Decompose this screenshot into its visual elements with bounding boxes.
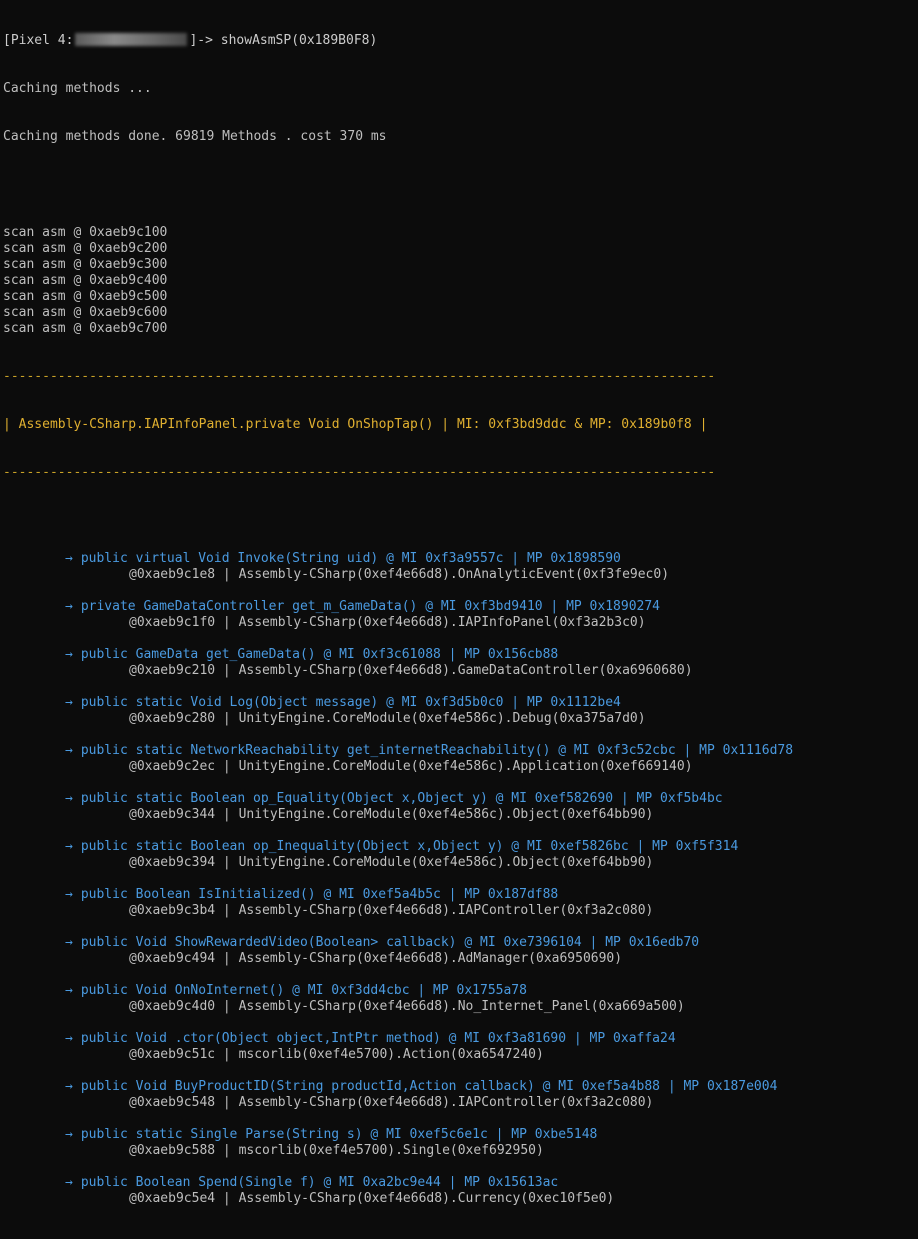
call-signature-line: → public static Void Log(Object message) … bbox=[3, 695, 793, 711]
call-entry: → public Boolean IsInitialized() @ MI 0xe… bbox=[3, 887, 793, 919]
terminal-output[interactable]: [Pixel 4: ]-> showAsmSP(0x189B0F8) Cachin… bbox=[3, 1, 793, 1239]
call-signature-line: → public Void OnNoInternet() @ MI 0xf3dd4… bbox=[3, 983, 793, 999]
call-signature-line: → public static NetworkReachability get_i… bbox=[3, 743, 793, 759]
arrow-right-icon: → bbox=[65, 791, 73, 806]
header-divider-bottom: ----------------------------------------… bbox=[3, 465, 716, 480]
call-signature-line: → public Boolean Spend(Single f) @ MI 0xa… bbox=[3, 1175, 793, 1191]
call-entry: → public Void ShowRewardedVideo(Boolean> … bbox=[3, 935, 793, 967]
call-list: → public virtual Void Invoke(String uid) … bbox=[3, 551, 793, 1207]
arrow-right-icon: → bbox=[65, 935, 73, 950]
prompt-command: ]-> showAsmSP(0x189B0F8) bbox=[189, 33, 378, 48]
scan-line: scan asm @ 0xaeb9c100 bbox=[3, 225, 168, 240]
call-entry: → public static Void Log(Object message) … bbox=[3, 695, 793, 727]
call-address-line: @0xaeb9c394 | UnityEngine.CoreModule(0xe… bbox=[129, 855, 654, 870]
arrow-right-icon: → bbox=[65, 887, 73, 902]
scan-line: scan asm @ 0xaeb9c200 bbox=[3, 241, 168, 256]
call-signature: public Void ShowRewardedVideo(Boolean> c… bbox=[80, 935, 700, 950]
call-address-line: @0xaeb9c344 | UnityEngine.CoreModule(0xe… bbox=[129, 807, 654, 822]
arrow-right-icon: → bbox=[65, 743, 73, 758]
arrow-right-icon: → bbox=[65, 647, 73, 662]
call-address-line: @0xaeb9c5e4 | Assembly-CSharp(0xef4e66d8… bbox=[129, 1191, 615, 1206]
call-entry: → public Boolean Spend(Single f) @ MI 0xa… bbox=[3, 1175, 793, 1207]
call-signature-line: → public Void ShowRewardedVideo(Boolean> … bbox=[3, 935, 793, 951]
call-signature-line: → public Void BuyProductID(String product… bbox=[3, 1079, 793, 1095]
call-signature-line: → public static Boolean op_Equality(Objec… bbox=[3, 791, 793, 807]
call-signature: public static Single Parse(String s) @ M… bbox=[80, 1127, 598, 1142]
method-header: | Assembly-CSharp.IAPInfoPanel.private V… bbox=[3, 417, 708, 432]
call-address-line: @0xaeb9c210 | Assembly-CSharp(0xef4e66d8… bbox=[129, 663, 693, 678]
arrow-right-icon: → bbox=[65, 551, 73, 566]
call-entry: → public Void OnNoInternet() @ MI 0xf3dd4… bbox=[3, 983, 793, 1015]
call-signature: public virtual Void Invoke(String uid) @… bbox=[80, 551, 621, 566]
prompt-device: [Pixel 4: bbox=[3, 33, 74, 48]
header-divider-top: ----------------------------------------… bbox=[3, 369, 716, 384]
call-signature: public Void BuyProductID(String productI… bbox=[80, 1079, 778, 1094]
call-signature-line: → private GameDataController get_m_GameDa… bbox=[3, 599, 793, 615]
arrow-right-icon: → bbox=[65, 1175, 73, 1190]
scan-line: scan asm @ 0xaeb9c400 bbox=[3, 273, 168, 288]
call-entry: → public GameData get_GameData() @ MI 0xf… bbox=[3, 647, 793, 679]
call-signature: public GameData get_GameData() @ MI 0xf3… bbox=[80, 647, 559, 662]
call-entry: → public static NetworkReachability get_i… bbox=[3, 743, 793, 775]
redacted-device-id bbox=[75, 33, 188, 46]
call-signature: public Boolean Spend(Single f) @ MI 0xa2… bbox=[80, 1175, 559, 1190]
prompt-line: [Pixel 4: ]-> showAsmSP(0x189B0F8) bbox=[3, 33, 793, 49]
arrow-right-icon: → bbox=[65, 695, 73, 710]
arrow-right-icon: → bbox=[65, 1127, 73, 1142]
scan-line: scan asm @ 0xaeb9c700 bbox=[3, 321, 168, 336]
call-entry: → public virtual Void Invoke(String uid) … bbox=[3, 551, 793, 583]
call-signature: public Void .ctor(Object object,IntPtr m… bbox=[80, 1031, 676, 1046]
call-entry: → public Void .ctor(Object object,IntPtr … bbox=[3, 1031, 793, 1063]
call-address-line: @0xaeb9c51c | mscorlib(0xef4e5700).Actio… bbox=[129, 1047, 544, 1062]
call-address-line: @0xaeb9c548 | Assembly-CSharp(0xef4e66d8… bbox=[129, 1095, 654, 1110]
scan-list: scan asm @ 0xaeb9c100 scan asm @ 0xaeb9c2… bbox=[3, 225, 793, 337]
scan-line: scan asm @ 0xaeb9c300 bbox=[3, 257, 168, 272]
call-address-line: @0xaeb9c3b4 | Assembly-CSharp(0xef4e66d8… bbox=[129, 903, 654, 918]
caching-line: Caching methods ... bbox=[3, 81, 152, 96]
call-entry: → public static Boolean op_Inequality(Obj… bbox=[3, 839, 793, 871]
call-address-line: @0xaeb9c1e8 | Assembly-CSharp(0xef4e66d8… bbox=[129, 567, 670, 582]
call-signature-line: → public Boolean IsInitialized() @ MI 0xe… bbox=[3, 887, 793, 903]
call-address-line: @0xaeb9c588 | mscorlib(0xef4e5700).Singl… bbox=[129, 1143, 544, 1158]
call-address-line: @0xaeb9c494 | Assembly-CSharp(0xef4e66d8… bbox=[129, 951, 623, 966]
call-signature-line: → public static Boolean op_Inequality(Obj… bbox=[3, 839, 793, 855]
call-entry: → public static Boolean op_Equality(Objec… bbox=[3, 791, 793, 823]
call-signature: public Boolean IsInitialized() @ MI 0xef… bbox=[80, 887, 559, 902]
arrow-right-icon: → bbox=[65, 983, 73, 998]
arrow-right-icon: → bbox=[65, 839, 73, 854]
call-signature: public static Boolean op_Equality(Object… bbox=[80, 791, 723, 806]
call-signature: public static NetworkReachability get_in… bbox=[80, 743, 794, 758]
call-address-line: @0xaeb9c1f0 | Assembly-CSharp(0xef4e66d8… bbox=[129, 615, 646, 630]
call-address-line: @0xaeb9c4d0 | Assembly-CSharp(0xef4e66d8… bbox=[129, 999, 685, 1014]
call-signature: public static Boolean op_Inequality(Obje… bbox=[80, 839, 739, 854]
call-entry: → public Void BuyProductID(String product… bbox=[3, 1079, 793, 1111]
call-address-line: @0xaeb9c280 | UnityEngine.CoreModule(0xe… bbox=[129, 711, 646, 726]
arrow-right-icon: → bbox=[65, 1079, 73, 1094]
call-signature: public static Void Log(Object message) @… bbox=[80, 695, 621, 710]
call-entry: → public static Single Parse(String s) @ … bbox=[3, 1127, 793, 1159]
call-signature-line: → public GameData get_GameData() @ MI 0xf… bbox=[3, 647, 793, 663]
call-signature: private GameDataController get_m_GameDat… bbox=[80, 599, 661, 614]
call-address-line: @0xaeb9c2ec | UnityEngine.CoreModule(0xe… bbox=[129, 759, 693, 774]
call-entry: → private GameDataController get_m_GameDa… bbox=[3, 599, 793, 631]
caching-done-line: Caching methods done. 69819 Methods . co… bbox=[3, 129, 387, 144]
arrow-right-icon: → bbox=[65, 599, 73, 614]
call-signature: public Void OnNoInternet() @ MI 0xf3dd4c… bbox=[80, 983, 527, 998]
arrow-right-icon: → bbox=[65, 1031, 73, 1046]
call-signature-line: → public virtual Void Invoke(String uid) … bbox=[3, 551, 793, 567]
call-signature-line: → public static Single Parse(String s) @ … bbox=[3, 1127, 793, 1143]
scan-line: scan asm @ 0xaeb9c500 bbox=[3, 289, 168, 304]
call-signature-line: → public Void .ctor(Object object,IntPtr … bbox=[3, 1031, 793, 1047]
scan-line: scan asm @ 0xaeb9c600 bbox=[3, 305, 168, 320]
